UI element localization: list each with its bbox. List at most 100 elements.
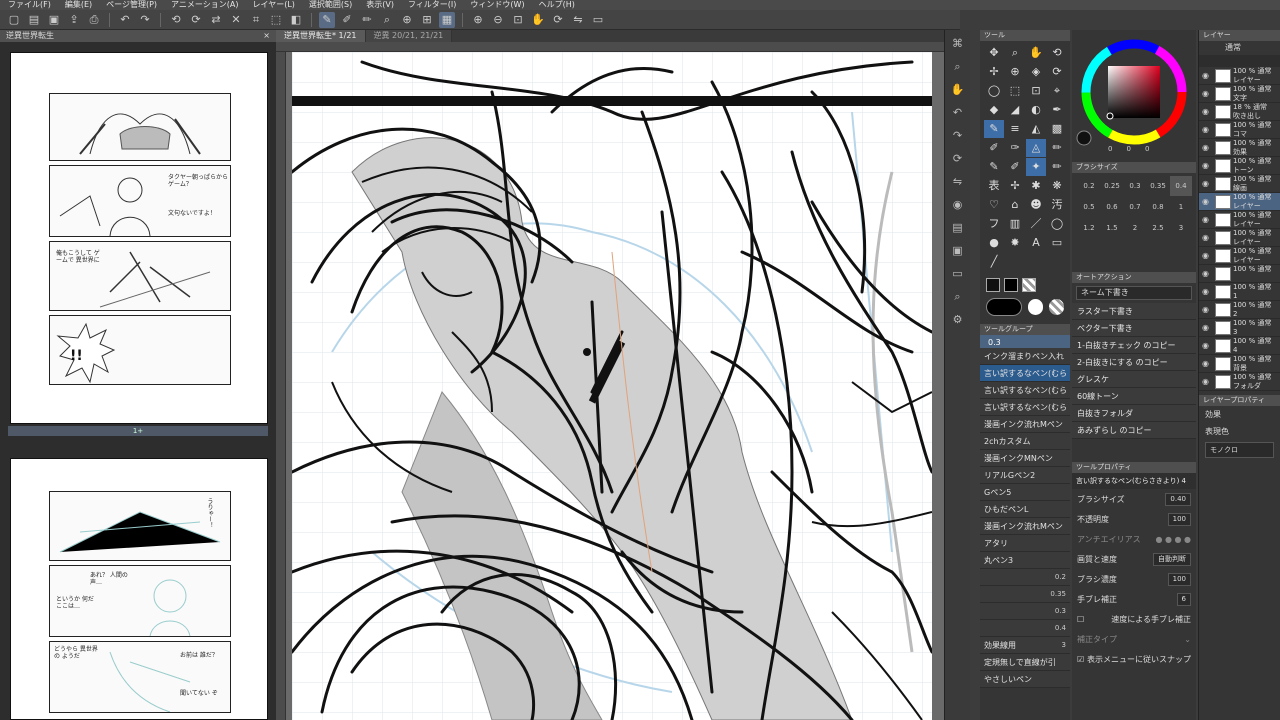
subtool-item[interactable]: 漫画インク流れMペン <box>980 518 1070 535</box>
auto-action-item[interactable]: グレスケ <box>1072 371 1196 388</box>
subtool-item[interactable]: 漫画インクMNペン <box>980 450 1070 467</box>
navigator-icon[interactable]: ▭ <box>949 265 967 283</box>
brush-size-option[interactable]: 1 <box>1170 197 1192 217</box>
new-file-icon[interactable]: ▢ <box>6 12 22 28</box>
blend-mode-select[interactable]: 通常 <box>1199 41 1280 55</box>
menu-item[interactable]: 編集(E) <box>65 0 92 10</box>
layer-row[interactable]: ◉ 100 % 通常 レイヤー <box>1199 229 1280 247</box>
eye-icon[interactable]: ◉ <box>1202 161 1211 170</box>
blend-icon[interactable]: ◐ <box>1026 101 1046 119</box>
black-chip[interactable] <box>986 298 1022 316</box>
auto-action-set-select[interactable]: ネーム下書き <box>1076 286 1192 300</box>
zoom-out-icon[interactable]: ⊖ <box>490 12 506 28</box>
opacity-input[interactable]: 100 <box>1167 512 1191 526</box>
snap-checkbox[interactable]: ☑ <box>1077 655 1084 664</box>
layer-row[interactable]: ◉ 100 % 通常 効果 <box>1199 139 1280 157</box>
layer-row[interactable]: ◉ 100 % 通常 レイヤー <box>1199 67 1280 85</box>
material-icon[interactable]: ▣ <box>949 242 967 260</box>
move-icon[interactable]: ✥ <box>984 44 1004 62</box>
text-effect-icon[interactable]: 表 <box>984 177 1004 195</box>
decoration-icon[interactable]: ✦ <box>1026 158 1046 176</box>
eye-icon[interactable]: ◉ <box>1202 251 1211 260</box>
subtool-item[interactable]: 効果線用 3 <box>980 637 1070 654</box>
layer-row[interactable]: ◉ 100 % 通常 コマ <box>1199 121 1280 139</box>
airbrush-icon[interactable]: ◬ <box>1026 139 1046 157</box>
hand-icon[interactable]: ✋ <box>530 12 546 28</box>
eraser-icon[interactable]: ◆ <box>984 101 1004 119</box>
page-thumbnail-1[interactable]: タクヤー朝っぱらからゲーム？ 文句ないですよ！ 俺もこうして ゲームで 異世界に… <box>10 52 268 424</box>
search-icon[interactable]: ⌕ <box>949 288 967 306</box>
eye-icon[interactable]: ◉ <box>1202 305 1211 314</box>
transparent-chip[interactable] <box>1048 299 1064 315</box>
redo-icon[interactable]: ↷ <box>137 12 153 28</box>
subtool-item[interactable]: 0.2 <box>980 569 1070 586</box>
menu-item[interactable]: ヘルプ(H) <box>539 0 575 10</box>
brush-size-option[interactable]: 0.3 <box>1124 176 1146 196</box>
layer-row[interactable]: ◉ 100 % 通常 背景 <box>1199 355 1280 373</box>
pen2-icon[interactable]: ✐ <box>1005 158 1025 176</box>
layer-row[interactable]: ◉ 100 % 通常 線画 <box>1199 175 1280 193</box>
menu-item[interactable]: レイヤー(L) <box>252 0 294 10</box>
subtool-item[interactable]: リアルGペン2 <box>980 467 1070 484</box>
close-icon[interactable]: × <box>263 30 270 42</box>
menu-item[interactable]: ウィンドウ(W) <box>470 0 524 10</box>
frame-icon[interactable]: フ <box>984 215 1004 233</box>
brush-size-option[interactable]: 0.5 <box>1078 197 1100 217</box>
eye-icon[interactable]: ◉ <box>1202 71 1211 80</box>
subtool-item[interactable]: やさしいペン <box>980 671 1070 688</box>
brush-size-option[interactable]: 0.35 <box>1147 176 1169 196</box>
menu-item[interactable]: ページ管理(P) <box>106 0 157 10</box>
transform-icon[interactable]: ⬚ <box>268 12 284 28</box>
flip-icon[interactable]: ⇋ <box>949 173 967 191</box>
eye-icon[interactable]: ◉ <box>1202 197 1211 206</box>
expression-select[interactable]: モノクロ <box>1205 442 1274 458</box>
subtool-item[interactable]: 0.3 <box>980 603 1070 620</box>
brush-size-option[interactable]: 0.2 <box>1078 176 1100 196</box>
eye-icon[interactable]: ◉ <box>1202 215 1211 224</box>
auto-action-item[interactable]: 白抜きフォルダ <box>1072 405 1196 422</box>
eye-icon[interactable]: ◉ <box>1202 341 1211 350</box>
eyedropper-icon[interactable]: ✒ <box>1047 101 1067 119</box>
marker-icon[interactable]: ✑ <box>1005 139 1025 157</box>
ruler-snap-icon[interactable]: ⊞ <box>419 12 435 28</box>
blob-icon[interactable]: ● <box>984 234 1004 252</box>
pattern-icon[interactable]: ✱ <box>1026 177 1046 195</box>
star-icon[interactable]: ✸ <box>1005 234 1025 252</box>
hatch-icon[interactable]: ≡ <box>1005 120 1025 138</box>
current-color-swatch[interactable] <box>1076 130 1092 146</box>
ruler-icon[interactable]: ▥ <box>1005 215 1025 233</box>
select-icon[interactable]: ◈ <box>1026 63 1046 81</box>
subtool-item[interactable]: 言い訳するなペン(むら <box>980 399 1070 416</box>
pencil2-icon[interactable]: ✎ <box>984 158 1004 176</box>
zoom-icon[interactable]: ⌕ <box>379 12 395 28</box>
antialias-dots[interactable]: ● ● ● ● <box>1155 535 1191 544</box>
print-icon[interactable]: ⎙ <box>86 12 102 28</box>
subtool-item[interactable]: 2chカスタム <box>980 433 1070 450</box>
zoom-in-icon[interactable]: ⊕ <box>470 12 486 28</box>
page-thumbnail-2[interactable]: うりゃー！ あれ？ 人間の 声… というか 何だここは… どうやら 異世界の よ… <box>10 458 268 720</box>
hand-icon[interactable]: ✋ <box>1026 44 1046 62</box>
rotate-right-icon[interactable]: ⟳ <box>188 12 204 28</box>
spray-icon[interactable]: ✢ <box>1005 177 1025 195</box>
subtool-item[interactable]: 丸ペン3 <box>980 552 1070 569</box>
rotate-left-icon[interactable]: ⟲ <box>168 12 184 28</box>
subtool-item[interactable]: 0.4 <box>980 620 1070 637</box>
pen-icon[interactable]: ✎ <box>984 120 1004 138</box>
subtool-item[interactable]: インク溜まりペン入れ <box>980 348 1070 365</box>
open-file-icon[interactable]: ▤ <box>26 12 42 28</box>
auto-action-item[interactable]: ベクター下書き <box>1072 320 1196 337</box>
gradient-icon[interactable]: ◭ <box>1026 120 1046 138</box>
brush-size-option[interactable]: 1.2 <box>1078 218 1100 238</box>
layer-row[interactable]: ◉ 100 % 通常 フォルダ <box>1199 373 1280 391</box>
document-tab[interactable]: 逆異 20/21, 21/21 <box>365 30 453 42</box>
eye-icon[interactable]: ◉ <box>1202 125 1211 134</box>
menu-item[interactable]: アニメーション(A) <box>171 0 238 10</box>
marquee-icon[interactable]: ⬚ <box>1005 82 1025 100</box>
balloon-icon[interactable]: ▭ <box>1047 234 1067 252</box>
document-tab[interactable]: 逆異世界転生* 1/21 <box>276 30 366 42</box>
eye-icon[interactable]: ◉ <box>1202 233 1211 242</box>
lace-icon[interactable]: ❋ <box>1047 177 1067 195</box>
eye-icon[interactable]: ◉ <box>1202 179 1211 188</box>
brush-size-option[interactable]: 2 <box>1124 218 1146 238</box>
auto-action-item[interactable]: 60線トーン <box>1072 388 1196 405</box>
